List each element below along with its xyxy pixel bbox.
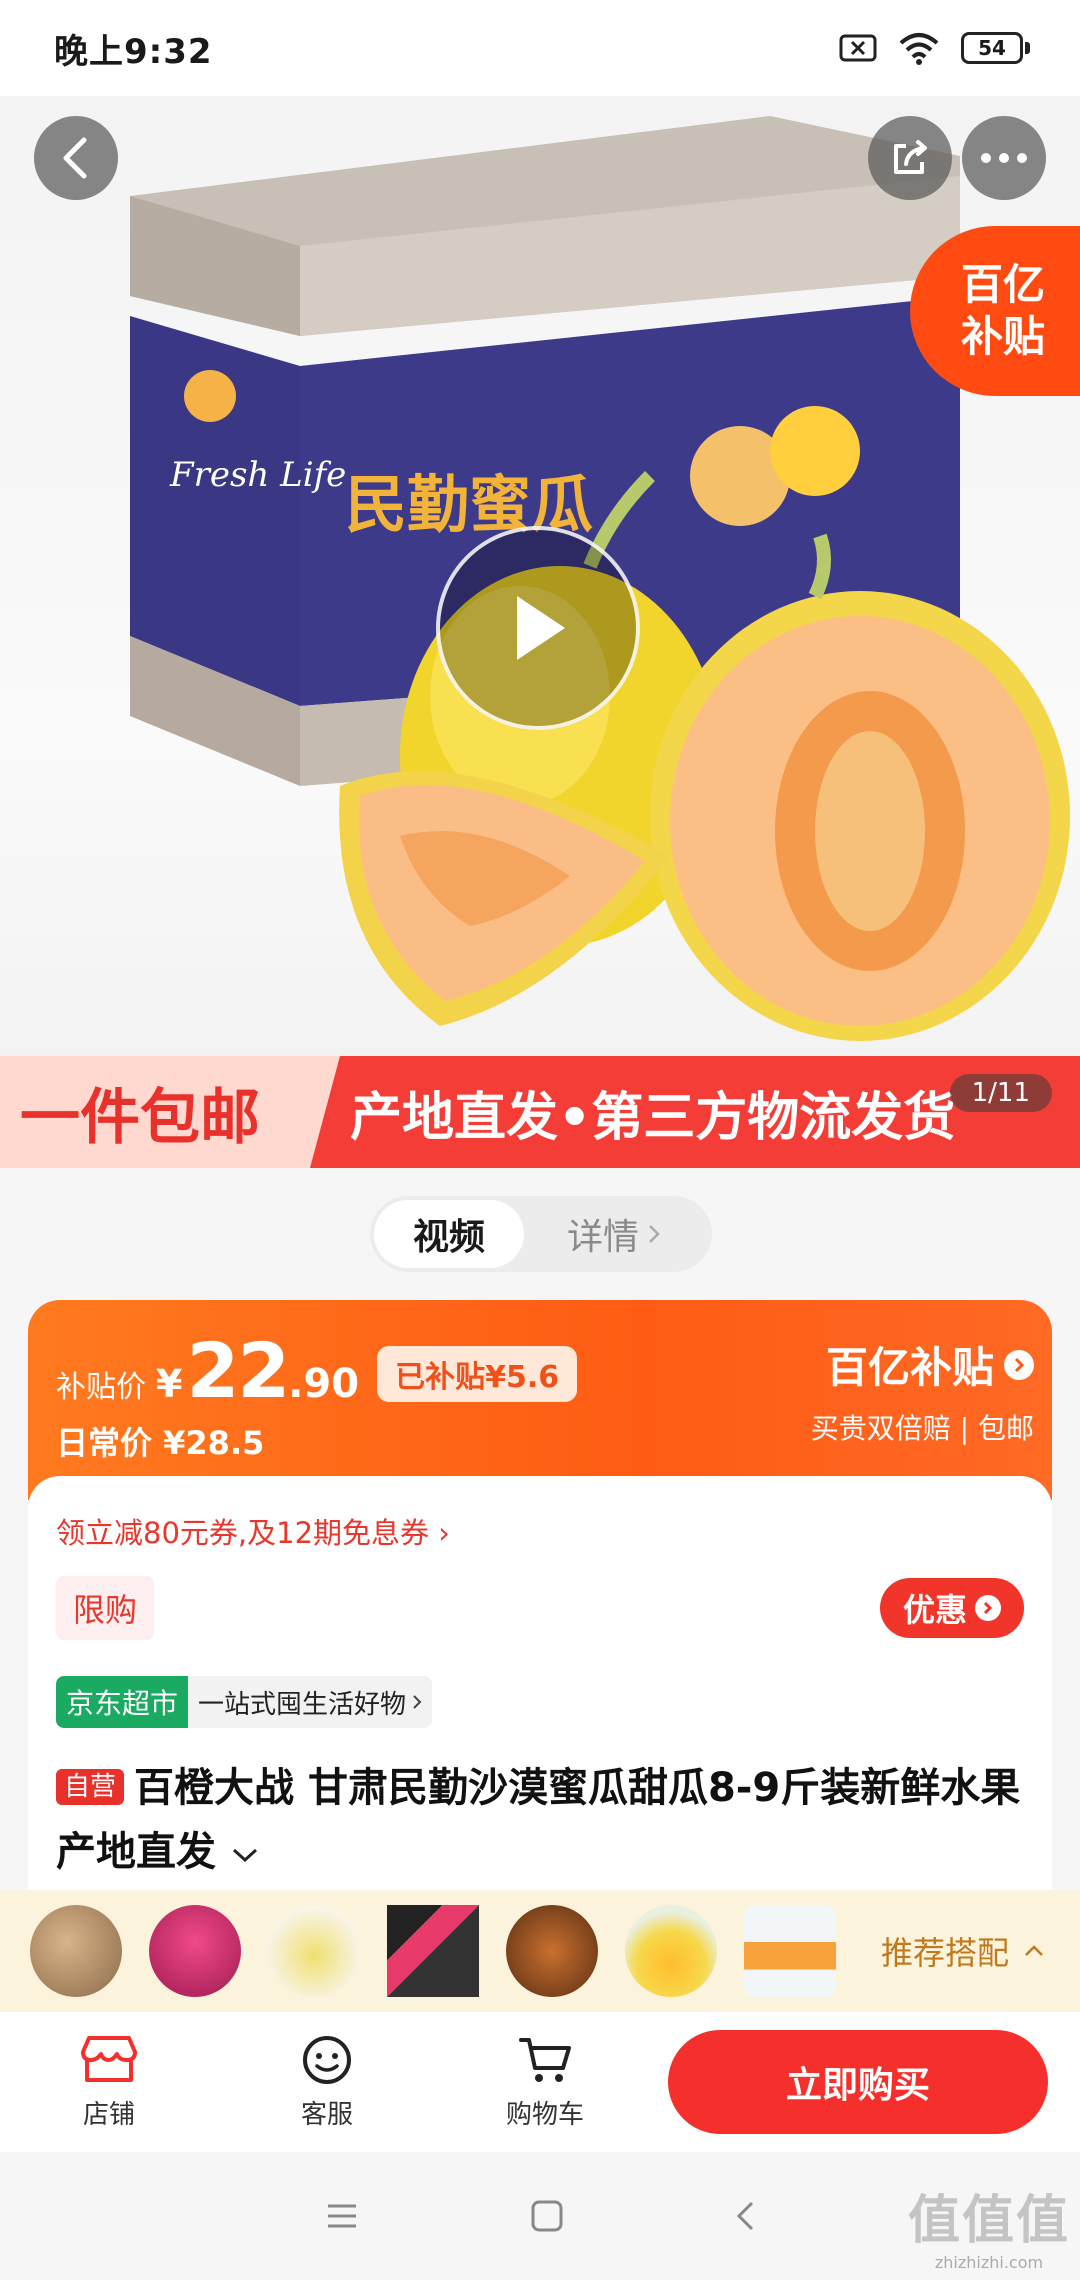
status-icons: 54 [839,31,1030,65]
more-button[interactable] [962,116,1046,200]
shop-label: 店铺 [82,2099,135,2130]
recommend-thumb-mango[interactable] [625,1905,717,1997]
recommend-thumb-giftbox[interactable] [387,1905,479,1997]
purchase-limit-tag: 限购 [56,1576,154,1640]
discount-button[interactable]: 优惠 [880,1578,1024,1638]
price-label: 补贴价 [56,1370,146,1405]
image-page-counter: 1/11 [949,1074,1052,1112]
daily-price: 日常价 ¥28.5 [56,1424,265,1462]
watermark: 值值值 zhizhizhi.com [908,2178,1070,2272]
buy-now-button[interactable]: 立即购买 [668,2030,1048,2134]
origin-shipping-text: 产地直发•第三方物流发货 [310,1056,1080,1168]
status-bar: 晚上9:32 54 [0,0,1080,96]
store-slogan-text: 一站式囤生活好物 [198,1689,407,1720]
play-video-button[interactable] [436,526,640,730]
cart-icon [519,2037,571,2082]
price-card: 补贴价 ¥ 22 .90 已补贴¥5.6 日常价 ¥28.5 百亿补贴 买贵双倍… [28,1300,1052,1500]
price-currency: ¥ [156,1362,183,1406]
chevron-right-icon [975,1595,1001,1621]
cart-button[interactable]: 购物车 [436,2034,654,2131]
recommend-thumb-duck[interactable] [506,1905,598,1997]
subsidy-price-row: 补贴价 ¥ 22 .90 已补贴¥5.6 [56,1326,578,1415]
media-tabs: 视频 详情 [370,1196,712,1272]
back-nav-icon[interactable] [734,2199,756,2233]
jd-supermarket-tag: 京东超市 [56,1676,189,1728]
menu-icon[interactable] [324,2201,360,2231]
watermark-url: zhizhizhi.com [934,2253,1044,2272]
subsidy-badge-line1: 百亿 [960,260,1045,309]
customer-service-label: 客服 [300,2099,353,2130]
battery-level: 54 [961,32,1023,64]
status-time: 晚上9:32 [54,31,213,72]
coupon-link[interactable]: 领立减80元券,及12期免息券 › [56,1510,450,1552]
recommend-thumb-walnut[interactable] [30,1905,122,1997]
subsidy-guarantee: 买贵双倍赔 | 包邮 [810,1412,1034,1445]
share-icon [894,140,927,174]
cart-label: 购物车 [505,2099,584,2130]
shop-button[interactable]: 店铺 [0,2034,218,2131]
watermark-logo: 值值值 [907,2191,1070,2251]
subsidy-badge-line2: 补贴 [960,312,1045,361]
product-gallery[interactable]: 民勤蜜瓜 Fresh Life 百亿 补贴 一件包邮 产地直发•第三方物流发货 … [0,96,1080,1168]
product-title[interactable]: 自营 百橙大战 甘肃民勤沙漠蜜瓜甜瓜8-9斤装新鲜水果 产地直发 [56,1756,1026,1884]
shop-icon [81,2035,137,2082]
tab-video[interactable]: 视频 [374,1200,524,1268]
chevron-down-icon[interactable] [230,1845,260,1865]
recommend-thumb-pear[interactable] [268,1905,360,1997]
sim-off-icon [839,33,877,63]
home-icon[interactable] [530,2199,564,2233]
play-icon [517,596,565,660]
recommend-strip: 推荐搭配 [0,1890,1080,2012]
tab-detail[interactable]: 详情 [524,1200,704,1268]
customer-service-icon [303,2035,351,2084]
price-integer: 22 [186,1326,290,1415]
product-info-card: 领立减80元券,及12期免息券 › 限购 优惠 京东超市 一站式囤生活好物 自营… [28,1476,1052,1896]
battery-icon: 54 [961,32,1030,64]
box-script-text: Fresh Life [169,455,346,495]
recommend-thumb-dragonfruit[interactable] [149,1905,241,1997]
chevron-right-icon [1004,1349,1034,1380]
store-slogan: 一站式囤生活好物 [188,1676,433,1728]
subsidy-brand-link[interactable]: 百亿补贴 买贵双倍赔 | 包邮 [811,1334,1034,1447]
price-decimal: .90 [288,1361,360,1407]
free-shipping-text: 一件包邮 [0,1056,340,1168]
recommend-toggle[interactable]: 推荐搭配 [881,1928,1045,1974]
recommend-label: 推荐搭配 [881,1934,1010,1972]
promo-banner: 一件包邮 产地直发•第三方物流发货 [0,1056,1080,1168]
subsidized-amount-badge: 已补贴¥5.6 [377,1346,578,1402]
subsidy-badge: 百亿 补贴 [910,226,1080,396]
chevron-right-icon [413,1695,422,1709]
share-button[interactable] [868,116,952,200]
recommend-thumb-orange-box[interactable] [744,1905,836,1997]
more-icon [981,153,1027,163]
subsidy-brand-title: 百亿补贴 [825,1343,994,1392]
chevron-up-icon [1025,1945,1043,1956]
customer-service-button[interactable]: 客服 [218,2034,436,2131]
chevron-left-icon [63,137,87,179]
product-title-text: 百橙大战 甘肃民勤沙漠蜜瓜甜瓜8-9斤装新鲜水果 产地直发 [56,1765,1021,1875]
back-button[interactable] [34,116,118,200]
tab-detail-label: 详情 [566,1217,639,1258]
store-tag-link[interactable]: 京东超市 一站式囤生活好物 [56,1676,433,1728]
wifi-icon [897,31,941,65]
bottom-action-bar: 店铺 客服 购物车 立即购买 [0,2012,1080,2152]
self-operated-tag: 自营 [56,1769,125,1805]
discount-button-label: 优惠 [902,1591,967,1629]
chevron-right-icon [649,1225,660,1243]
